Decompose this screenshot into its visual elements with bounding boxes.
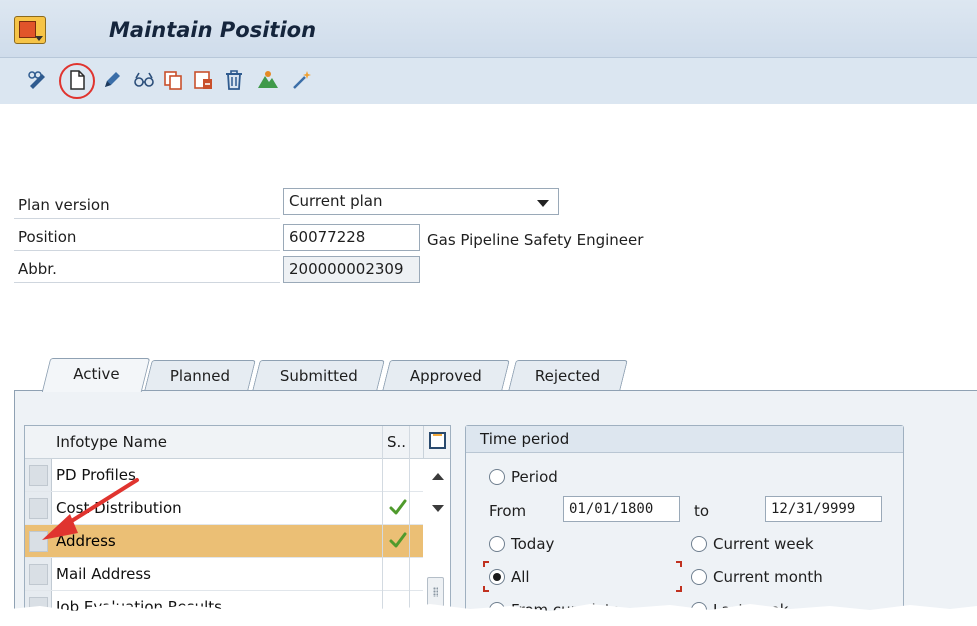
copy-icon[interactable] bbox=[161, 68, 185, 92]
tab-planned[interactable]: Planned bbox=[144, 360, 256, 391]
column-header-infotype-name[interactable]: Infotype Name bbox=[56, 426, 167, 458]
page-title: Maintain Position bbox=[109, 18, 317, 42]
focus-bracket bbox=[483, 561, 489, 567]
table-row[interactable]: PD Profiles bbox=[25, 459, 423, 492]
infotype-name: Cost Distribution bbox=[56, 499, 182, 517]
current-week-label: Current week bbox=[713, 535, 814, 553]
change-icon[interactable] bbox=[100, 68, 124, 92]
current-month-radio[interactable] bbox=[691, 569, 707, 585]
title-bar: Maintain Position bbox=[0, 0, 977, 58]
position-label: Position bbox=[14, 224, 280, 251]
period-label: Period bbox=[511, 468, 558, 486]
today-radio[interactable] bbox=[489, 536, 505, 552]
period-radio[interactable] bbox=[489, 469, 505, 485]
infotype-name: Address bbox=[56, 532, 116, 550]
checkmark-icon bbox=[389, 532, 407, 548]
current-month-label: Current month bbox=[713, 568, 823, 586]
torn-edge-decoration bbox=[0, 603, 977, 626]
sap-menu-icon[interactable] bbox=[14, 16, 46, 44]
wizard-icon[interactable] bbox=[290, 68, 314, 92]
row-selector[interactable] bbox=[29, 465, 48, 486]
focus-bracket bbox=[676, 586, 682, 592]
focus-bracket bbox=[483, 586, 489, 592]
delimit-icon[interactable] bbox=[191, 68, 215, 92]
row-selector[interactable] bbox=[29, 564, 48, 585]
chevron-down-icon[interactable] bbox=[537, 200, 549, 207]
row-selector[interactable] bbox=[29, 531, 48, 552]
tab-active[interactable]: Active bbox=[41, 358, 151, 392]
tab-rejected[interactable]: Rejected bbox=[508, 360, 628, 391]
abbr-label: Abbr. bbox=[14, 256, 280, 283]
scroll-down-icon[interactable] bbox=[432, 505, 444, 512]
tab-approved[interactable]: Approved bbox=[382, 360, 510, 391]
table-row-selected[interactable]: Address bbox=[25, 525, 423, 558]
scroll-up-icon[interactable] bbox=[432, 473, 444, 480]
plan-version-dropdown[interactable]: Current plan bbox=[283, 188, 559, 215]
from-label: From bbox=[489, 502, 527, 520]
table-row[interactable]: Mail Address bbox=[25, 558, 423, 591]
focus-bracket bbox=[676, 561, 682, 567]
to-label: to bbox=[694, 502, 710, 520]
all-label: All bbox=[511, 568, 530, 586]
column-header-status[interactable]: S.. bbox=[387, 426, 406, 458]
abbr-field: 200000002309 bbox=[283, 256, 420, 283]
plan-version-value: Current plan bbox=[289, 192, 383, 210]
checkmark-icon bbox=[389, 499, 407, 515]
row-selector[interactable] bbox=[29, 498, 48, 519]
to-date-input[interactable]: 12/31/9999 bbox=[765, 496, 882, 522]
tab-submitted[interactable]: Submitted bbox=[252, 360, 385, 391]
all-radio[interactable] bbox=[489, 569, 505, 585]
from-date-input[interactable]: 01/01/1800 bbox=[563, 496, 680, 522]
display-icon[interactable] bbox=[26, 68, 50, 92]
tab-divider bbox=[14, 390, 977, 391]
table-settings-icon[interactable] bbox=[429, 432, 446, 449]
tab-strip: Active Planned Submitted Approved Reject… bbox=[14, 358, 977, 392]
table-row[interactable]: Cost Distribution bbox=[25, 492, 423, 525]
create-button-highlight bbox=[59, 63, 95, 99]
overview-icon[interactable] bbox=[132, 68, 156, 92]
infotype-name: PD Profiles bbox=[56, 466, 136, 484]
time-period-title: Time period bbox=[466, 426, 903, 453]
position-description: Gas Pipeline Safety Engineer bbox=[427, 231, 644, 249]
delete-icon[interactable] bbox=[222, 68, 246, 92]
plan-version-label: Plan version bbox=[14, 192, 280, 219]
today-label: Today bbox=[511, 535, 555, 553]
infotype-name: Mail Address bbox=[56, 565, 151, 583]
current-week-radio[interactable] bbox=[691, 536, 707, 552]
structure-icon[interactable] bbox=[256, 68, 280, 92]
position-input[interactable]: 60077228 bbox=[283, 224, 420, 251]
application-toolbar bbox=[0, 58, 977, 104]
